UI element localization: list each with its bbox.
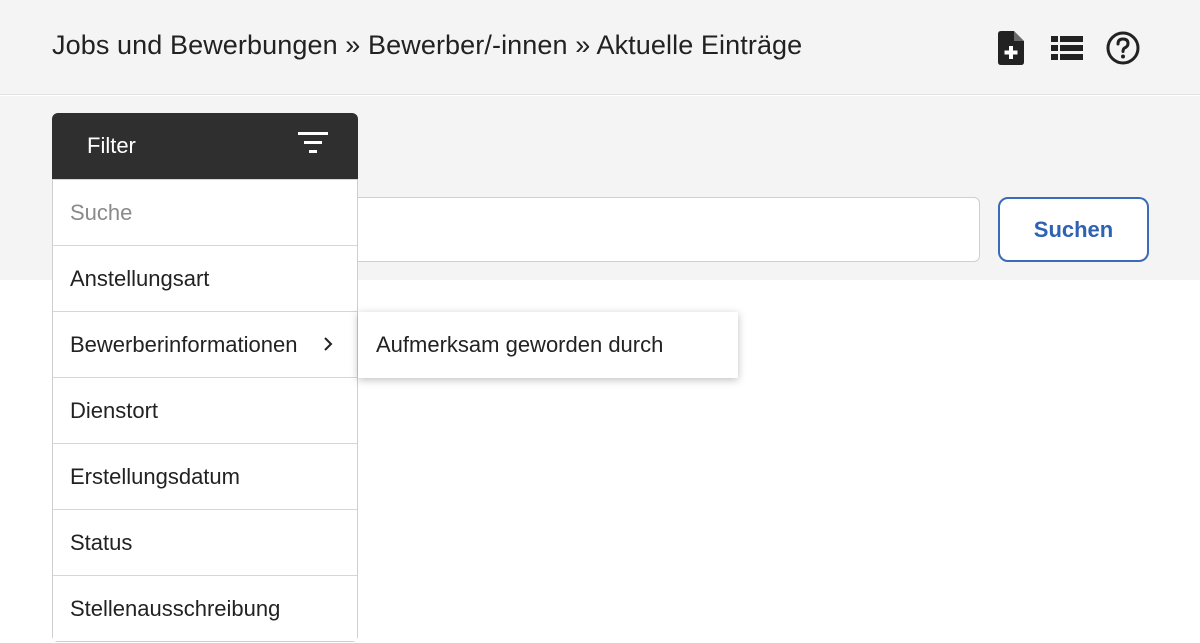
- dropdown-item-label: Dienstort: [70, 397, 159, 423]
- new-document-icon[interactable]: [994, 31, 1028, 65]
- filter-toggle-button[interactable]: Filter: [52, 113, 358, 179]
- filter-icon: [298, 132, 328, 160]
- chevron-right-icon: [323, 332, 333, 358]
- search-button[interactable]: Suchen: [998, 197, 1149, 262]
- dropdown-item-status[interactable]: Status: [53, 509, 357, 575]
- submenu-item-label: Aufmerksam geworden durch: [376, 332, 664, 357]
- dropdown-search-field[interactable]: Suche: [53, 179, 357, 245]
- breadcrumb: Jobs und Bewerbungen » Bewerber/-innen »…: [52, 30, 803, 60]
- header-actions: [994, 31, 1140, 65]
- filter-label: Filter: [87, 133, 136, 158]
- dropdown-item-dienstort[interactable]: Dienstort: [53, 377, 357, 443]
- dropdown-item-label: Erstellungsdatum: [70, 463, 240, 489]
- filter-dropdown: Suche Anstellungsart Bewerberinformation…: [52, 179, 358, 642]
- submenu-item-aufmerksam-geworden-durch[interactable]: Aufmerksam geworden durch: [358, 312, 738, 378]
- dropdown-item-label: Status: [70, 529, 133, 555]
- dropdown-item-label: Anstellungsart: [70, 265, 210, 291]
- list-icon[interactable]: [1050, 31, 1084, 65]
- help-icon[interactable]: [1106, 31, 1140, 65]
- dropdown-item-stellenausschreibung[interactable]: Stellenausschreibung: [53, 575, 357, 641]
- search-input[interactable]: [300, 197, 980, 262]
- dropdown-item-label: Stellenausschreibung: [70, 595, 281, 621]
- dropdown-item-bewerberinformationen[interactable]: Bewerberinformationen: [53, 311, 357, 377]
- header-bar: Jobs und Bewerbungen » Bewerber/-innen »…: [0, 0, 1200, 95]
- dropdown-item-label: Bewerberinformationen: [70, 331, 298, 357]
- page: Jobs und Bewerbungen » Bewerber/-innen »…: [0, 0, 1200, 643]
- dropdown-search-placeholder: Suche: [70, 199, 133, 225]
- dropdown-item-erstellungsdatum[interactable]: Erstellungsdatum: [53, 443, 357, 509]
- dropdown-item-anstellungsart[interactable]: Anstellungsart: [53, 245, 357, 311]
